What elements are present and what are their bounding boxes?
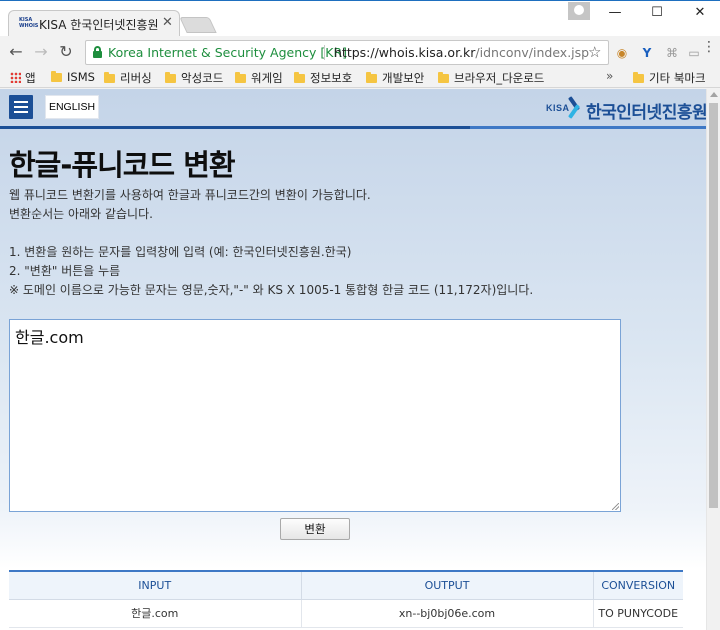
browser-window: KISA WHOIS KISA 한국인터넷진흥원 ✕ — ☐ ✕ ← → ↻ K…	[0, 0, 720, 630]
address-url: https://whois.kisa.or.kr/idnconv/index.j…	[334, 45, 589, 60]
maximize-icon[interactable]: ☐	[642, 3, 672, 25]
hamburger-menu-icon[interactable]	[9, 95, 33, 119]
instruction-note: ※ 도메인 이름으로 가능한 문자는 영문,숫자,"-" 와 KS X 1005…	[9, 283, 534, 297]
bookmark-folder-other[interactable]: 기타 북마크	[633, 70, 706, 86]
bookmark-label: 정보보호	[310, 71, 353, 85]
minimize-icon[interactable]: —	[600, 3, 630, 25]
result-table-header: INPUT OUTPUT CONVERSION	[9, 571, 683, 600]
result-table: INPUT OUTPUT CONVERSION 한글.com xn--bj0bj…	[9, 570, 683, 628]
column-header-output: OUTPUT	[301, 571, 594, 600]
kisa-chevron-icon	[568, 95, 584, 119]
description-line: 변환순서는 아래와 같습니다.	[9, 206, 153, 221]
bookmark-folder-browser-download[interactable]: 브라우저_다운로드	[438, 70, 544, 86]
column-header-input: INPUT	[9, 571, 302, 600]
conversion-input-textarea[interactable]	[9, 319, 621, 512]
folder-icon	[366, 72, 377, 83]
result-output-cell: xn--bj0bj06e.com	[301, 599, 594, 628]
table-row: 한글.com xn--bj0bj06e.com TO PUNYCODE	[9, 599, 683, 628]
browser-menu-icon[interactable]: ⋮	[702, 40, 716, 54]
tab-title: KISA 한국인터넷진흥원	[39, 18, 159, 32]
extension-icon[interactable]: ▭	[686, 45, 702, 61]
kisa-whois-favicon-icon: KISA WHOIS	[19, 17, 39, 29]
bookmark-folder-wargame[interactable]: 워게임	[235, 70, 283, 86]
page-title: 한글-퓨니코드 변환	[9, 148, 236, 182]
bookmark-label: ISMS	[67, 70, 95, 84]
cookie-extension-icon[interactable]: ◉	[614, 45, 630, 61]
bookmark-label: 브라우저_다운로드	[454, 71, 545, 85]
tab-bar: KISA WHOIS KISA 한국인터넷진흥원 ✕ — ☐ ✕	[0, 0, 720, 37]
resize-grip-icon[interactable]	[612, 503, 619, 510]
browser-toolbar: ← → ↻ Korea Internet & Security Agency […	[0, 36, 720, 68]
result-input-cell: 한글.com	[9, 599, 302, 628]
bookmarks-overflow-icon[interactable]: »	[606, 69, 613, 83]
logo-mark: KISA	[546, 103, 570, 113]
bookmark-star-icon[interactable]: ☆	[588, 43, 601, 61]
column-header-conversion: CONVERSION	[593, 571, 683, 600]
bookmark-folder-devsec[interactable]: 개발보안	[366, 70, 424, 86]
kisa-logo[interactable]: KISA 한국인터넷진흥원	[546, 95, 706, 123]
bookmark-folder-isms[interactable]: ISMS	[51, 70, 95, 86]
url-host: https://whois.kisa.or.kr	[334, 45, 476, 60]
convert-button[interactable]: 변환	[280, 518, 350, 540]
back-arrow-icon[interactable]: ←	[6, 42, 26, 62]
page-viewport: ENGLISH KISA 한국인터넷진흥원 한글-퓨니코드 변환 웹 퓨니코드 …	[0, 89, 706, 630]
address-separator	[324, 45, 325, 60]
page-description: 웹 퓨니코드 변환기를 사용하여 한글과 퓨니코드간의 변환이 가능합니다. 변…	[9, 186, 371, 223]
reload-icon[interactable]: ↻	[56, 42, 76, 62]
profile-icon[interactable]	[568, 2, 590, 20]
bookmark-folder-infosec[interactable]: 정보보호	[294, 70, 352, 86]
bookmark-label: 기타 북마크	[649, 71, 706, 85]
bookmark-folder-malware[interactable]: 악성코드	[165, 70, 223, 86]
bookmark-label: 리버싱	[120, 71, 152, 85]
tab-close-icon[interactable]: ✕	[162, 15, 173, 30]
instruction-step-1: 1. 변환을 원하는 문자를 입력창에 입력 (예: 한국인터넷진흥원.한국)	[9, 245, 352, 259]
bookmark-label: 악성코드	[181, 71, 224, 85]
forward-arrow-icon[interactable]: →	[31, 42, 51, 62]
browser-tab-active[interactable]: KISA WHOIS KISA 한국인터넷진흥원 ✕	[8, 10, 180, 37]
bookmark-label: 앱	[25, 71, 36, 85]
description-line: 웹 퓨니코드 변환기를 사용하여 한글과 퓨니코드간의 변환이 가능합니다.	[9, 188, 371, 202]
folder-icon	[165, 72, 176, 83]
folder-icon	[104, 72, 115, 83]
secure-lock-icon	[93, 46, 102, 58]
page-scrollbar[interactable]	[706, 89, 720, 630]
apps-grid-icon	[10, 72, 21, 83]
folder-icon	[235, 72, 246, 83]
bookmark-label: 워게임	[251, 71, 283, 85]
folder-icon	[51, 71, 62, 82]
y-extension-icon[interactable]: Y	[639, 45, 655, 61]
site-origin: Korea Internet & Security Agency [KR]	[108, 45, 348, 60]
window-close-icon[interactable]: ✕	[685, 3, 715, 25]
folder-icon	[294, 72, 305, 83]
bookmark-apps[interactable]: 앱	[10, 70, 36, 86]
logo-text: 한국인터넷진흥원	[586, 103, 706, 123]
conversion-input-wrapper	[9, 319, 621, 512]
bookmarks-bar: 앱 ISMS 리버싱 악성코드 워게임 정보보호 개발보안 브라우저_다운로드 …	[0, 68, 720, 88]
scroll-up-icon[interactable]	[710, 92, 718, 97]
scrollbar-thumb[interactable]	[709, 103, 718, 508]
instruction-step-2: 2. "변환" 버튼을 누름	[9, 264, 121, 278]
url-path: /idnconv/index.jsp	[475, 45, 590, 60]
site-header: ENGLISH KISA 한국인터넷진흥원	[0, 89, 706, 129]
pdf-extension-icon[interactable]: ⌘	[664, 45, 680, 61]
english-button[interactable]: ENGLISH	[45, 95, 99, 119]
folder-icon	[633, 72, 644, 83]
new-tab-button[interactable]	[179, 17, 217, 33]
folder-icon	[438, 72, 449, 83]
result-conversion-cell: TO PUNYCODE	[593, 599, 683, 628]
bookmark-folder-reversing[interactable]: 리버싱	[104, 70, 152, 86]
address-bar[interactable]: Korea Internet & Security Agency [KR] ht…	[85, 40, 609, 65]
bookmark-label: 개발보안	[382, 71, 425, 85]
header-divider-accent	[470, 126, 706, 129]
